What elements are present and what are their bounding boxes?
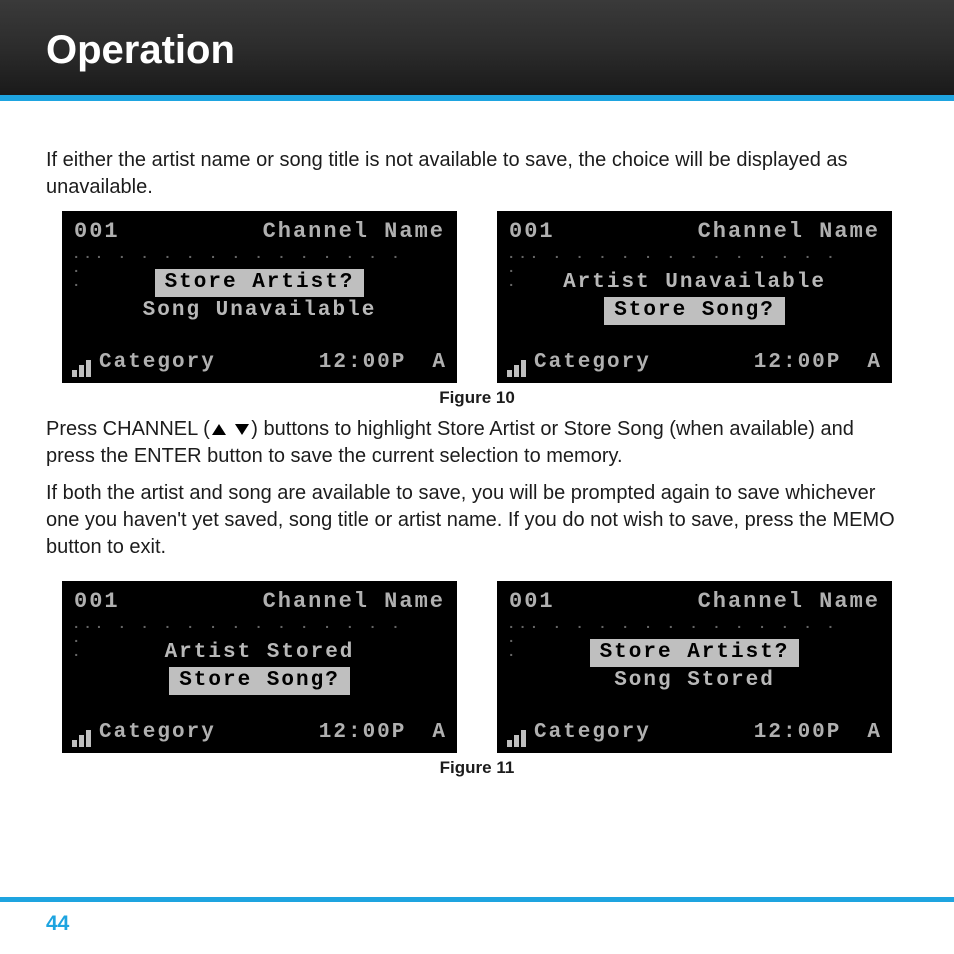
lcd-line: Song Stored bbox=[521, 667, 868, 695]
up-triangle-icon bbox=[212, 424, 226, 435]
paragraph-2a: Press CHANNEL ( bbox=[46, 418, 210, 440]
figure-10-label: Figure 10 bbox=[46, 387, 908, 410]
lcd-message: Store Artist? Song Stored bbox=[521, 635, 868, 699]
antenna-label: A bbox=[867, 719, 882, 747]
antenna-label: A bbox=[867, 349, 882, 377]
lcd-message: Artist Stored Store Song? bbox=[86, 635, 433, 699]
page-title: Operation bbox=[46, 28, 908, 73]
lcd-line: Artist Stored bbox=[86, 639, 433, 667]
antenna-label: A bbox=[432, 349, 447, 377]
lcd-line-highlight: Store Song? bbox=[604, 297, 785, 325]
lcd-line: Artist Unavailable bbox=[521, 269, 868, 297]
figure-11-label: Figure 11 bbox=[46, 757, 908, 780]
paragraph-2: Press CHANNEL ( ) buttons to highlight S… bbox=[46, 416, 908, 470]
category-label: Category bbox=[534, 719, 651, 747]
channel-name: Channel Name bbox=[698, 217, 880, 247]
signal-icon bbox=[507, 360, 526, 377]
channel-name: Channel Name bbox=[263, 217, 445, 247]
lcd-line-highlight: Store Artist? bbox=[155, 269, 365, 297]
lcd-display: 001 Channel Name ··· · · · · · · · · · ·… bbox=[497, 211, 892, 383]
channel-name: Channel Name bbox=[698, 587, 880, 617]
down-triangle-icon bbox=[235, 424, 249, 435]
lcd-line-highlight: Store Artist? bbox=[590, 639, 800, 667]
time-label: 12:00P bbox=[754, 719, 842, 747]
lcd-display: 001 Channel Name ··· · · · · · · · · · ·… bbox=[497, 581, 892, 753]
time-label: 12:00P bbox=[319, 349, 407, 377]
figure-11-row: 001 Channel Name ··· · · · · · · · · · ·… bbox=[46, 581, 908, 753]
channel-number: 001 bbox=[509, 217, 555, 247]
category-label: Category bbox=[99, 719, 216, 747]
lcd-display: 001 Channel Name ··· · · · · · · · · · ·… bbox=[62, 211, 457, 383]
paragraph-1: If either the artist name or song title … bbox=[46, 147, 908, 201]
footer: 44 bbox=[0, 897, 954, 954]
lcd-message: Artist Unavailable Store Song? bbox=[521, 265, 868, 329]
paragraph-3: If both the artist and song are availabl… bbox=[46, 480, 908, 561]
signal-icon bbox=[507, 730, 526, 747]
signal-icon bbox=[72, 360, 91, 377]
antenna-label: A bbox=[432, 719, 447, 747]
time-label: 12:00P bbox=[754, 349, 842, 377]
content: If either the artist name or song title … bbox=[0, 101, 954, 780]
category-label: Category bbox=[99, 349, 216, 377]
category-label: Category bbox=[534, 349, 651, 377]
page-number: 44 bbox=[46, 912, 69, 935]
time-label: 12:00P bbox=[319, 719, 407, 747]
header-band: Operation bbox=[0, 0, 954, 95]
signal-icon bbox=[72, 730, 91, 747]
lcd-line-highlight: Store Song? bbox=[169, 667, 350, 695]
channel-number: 001 bbox=[74, 217, 120, 247]
lcd-line: Song Unavailable bbox=[86, 297, 433, 325]
figure-10-row: 001 Channel Name ··· · · · · · · · · · ·… bbox=[46, 211, 908, 383]
channel-name: Channel Name bbox=[263, 587, 445, 617]
lcd-message: Store Artist? Song Unavailable bbox=[86, 265, 433, 329]
lcd-display: 001 Channel Name ··· · · · · · · · · · ·… bbox=[62, 581, 457, 753]
channel-number: 001 bbox=[509, 587, 555, 617]
channel-number: 001 bbox=[74, 587, 120, 617]
